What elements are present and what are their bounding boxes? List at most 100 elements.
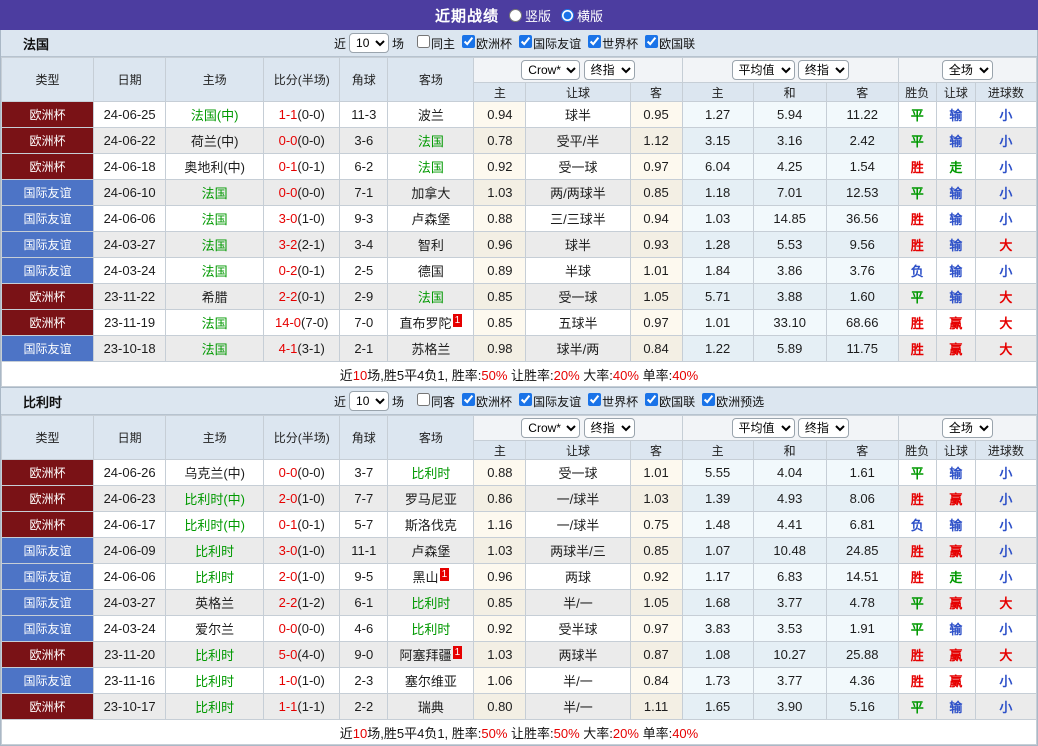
avg-odds-home: 1.65 [681, 693, 754, 720]
away-team: 斯洛伐克 [387, 511, 475, 538]
result-goals: 小 [974, 693, 1038, 720]
col-home: 主场 [165, 415, 265, 460]
scope-select[interactable]: 全场 [941, 60, 993, 80]
league-filter-世界杯[interactable]: 世界杯 [584, 392, 638, 410]
league-checkbox-icon[interactable] [519, 34, 533, 48]
table-row: 国际友谊 23-10-18 法国 4-1(3-1) 2-1 苏格兰 0.98 球半/两 0.84… [0, 335, 1038, 362]
summary-highlight: 20% [553, 367, 580, 383]
col-avg-home: 主 [681, 82, 754, 102]
score-cell: 0-0(0-0) [263, 179, 341, 206]
result-wdl: 胜 [897, 537, 937, 564]
odds-stage-select[interactable]: 终指 [583, 418, 635, 438]
score-cell: 3-0(1-0) [263, 537, 341, 564]
league-filter-世界杯[interactable]: 世界杯 [584, 34, 638, 52]
col-handicap-home: 主 [473, 440, 527, 460]
away-team: 苏格兰 [387, 335, 475, 362]
league-checkbox-icon[interactable] [462, 392, 476, 406]
league-filter-欧洲杯[interactable]: 欧洲杯 [458, 34, 512, 52]
same-venue-checkbox-icon[interactable] [417, 34, 431, 48]
summary-row: 近10场,胜5平4负1, 胜率:50% 让胜率:50% 大率:20% 单率:40… [1, 719, 1037, 745]
avg-odds-home: 3.15 [681, 127, 754, 154]
handicap-line: 半/一 [525, 667, 631, 694]
handicap-odds-away: 0.95 [629, 101, 683, 128]
avg-odds-away: 5.16 [825, 693, 899, 720]
summary-highlight: 50% [553, 725, 580, 741]
away-team: 德国 [387, 257, 475, 284]
match-date: 24-03-27 [93, 231, 167, 258]
layout-radio-vertical[interactable]: 竖版 [508, 6, 551, 25]
table-row: 国际友谊 24-03-24 法国 0-2(0-1) 2-5 德国 0.89 半球 1.01 1.8… [0, 257, 1038, 284]
avg-odds-home: 6.04 [681, 153, 754, 180]
score-fulltime: 0-0 [278, 621, 298, 636]
avg-odds-draw: 10.27 [752, 641, 827, 668]
result-goals: 大 [974, 335, 1038, 362]
score-halftime: (0-1) [297, 159, 325, 174]
match-count-select[interactable]: 10 [349, 391, 390, 411]
same-venue-checkbox-icon[interactable] [417, 392, 431, 406]
league-filter-国际友谊[interactable]: 国际友谊 [515, 392, 581, 410]
league-checkbox-icon[interactable] [588, 34, 602, 48]
result-goals: 小 [974, 563, 1038, 590]
layout-radio-horizontal[interactable]: 横版 [561, 6, 603, 25]
league-badge: 国际友谊 [0, 205, 95, 232]
league-checkbox-icon[interactable] [645, 392, 659, 406]
league-filter-欧洲预选[interactable]: 欧洲预选 [698, 392, 764, 410]
average-stage-select[interactable]: 终指 [797, 418, 849, 438]
away-team-name: 卢森堡 [411, 544, 451, 559]
avg-odds-draw: 4.25 [752, 153, 827, 180]
home-team: 法国 [165, 205, 265, 232]
radio-horizontal-icon[interactable] [561, 8, 574, 22]
avg-odds-home: 5.71 [681, 283, 754, 310]
league-filter-欧国联[interactable]: 欧国联 [641, 34, 695, 52]
avg-odds-away: 25.88 [825, 641, 899, 668]
league-filter-欧国联[interactable]: 欧国联 [641, 392, 696, 410]
bookmaker-select[interactable]: Crow* [521, 60, 581, 80]
scope-select[interactable]: 全场 [941, 418, 993, 438]
bookmaker-select[interactable]: Crow* [521, 418, 581, 438]
away-team-name: 比利时 [411, 466, 451, 481]
summary-highlight: 10 [352, 725, 368, 741]
handicap-odds-home: 0.88 [473, 459, 527, 486]
score-cell: 2-2(0-1) [263, 283, 341, 310]
avg-odds-draw: 5.89 [752, 335, 827, 362]
away-team: 法国 [387, 283, 475, 310]
league-badge: 国际友谊 [0, 667, 95, 694]
away-team-name: 塞尔维亚 [404, 674, 457, 689]
league-checkbox-icon[interactable] [519, 392, 533, 406]
average-stage-select[interactable]: 终指 [797, 60, 849, 80]
league-filter-label: 欧国联 [659, 394, 696, 409]
match-count-select[interactable]: 10 [349, 33, 390, 53]
league-checkbox-icon[interactable] [645, 34, 659, 48]
avg-odds-home: 1.84 [681, 257, 754, 284]
radio-vertical-icon[interactable] [508, 8, 522, 22]
result-scope-group: 全场 [897, 57, 1038, 83]
away-team-name: 直布罗陀 [399, 316, 452, 331]
league-filter-国际友谊[interactable]: 国际友谊 [515, 34, 582, 52]
league-filter-label: 国际友谊 [533, 36, 582, 51]
league-checkbox-icon[interactable] [702, 392, 716, 406]
league-badge: 国际友谊 [0, 179, 95, 206]
score-cell: 4-1(3-1) [263, 335, 341, 362]
match-date: 24-06-18 [93, 153, 167, 180]
away-team-name: 波兰 [417, 108, 444, 123]
handicap-odds-away: 0.85 [629, 537, 683, 564]
league-checkbox-icon[interactable] [588, 392, 602, 406]
table-row: 欧洲杯 23-11-20 比利时 5-0(4-0) 9-0 阿塞拜疆 1 1.03 两球半 0.8… [0, 641, 1038, 668]
league-checkbox-icon[interactable] [462, 34, 476, 48]
league-badge: 国际友谊 [0, 615, 95, 642]
col-handicap: 让球 [525, 82, 631, 102]
score-fulltime: 0-1 [278, 517, 298, 532]
col-avg-away: 客 [825, 440, 899, 460]
same-venue-checkbox[interactable]: 同主 [413, 34, 455, 52]
handicap-odds-home: 1.03 [473, 179, 527, 206]
same-venue-checkbox[interactable]: 同客 [413, 392, 455, 410]
league-filter-欧洲杯[interactable]: 欧洲杯 [458, 392, 512, 410]
corners-cell: 3-7 [339, 459, 389, 486]
col-away: 客场 [387, 57, 475, 102]
average-select[interactable]: 平均值 [731, 60, 795, 80]
col-date: 日期 [93, 415, 167, 460]
score-halftime: (1-0) [297, 211, 325, 226]
odds-stage-select[interactable]: 终指 [583, 60, 635, 80]
avg-odds-away: 11.22 [825, 101, 899, 128]
average-select[interactable]: 平均值 [731, 418, 795, 438]
